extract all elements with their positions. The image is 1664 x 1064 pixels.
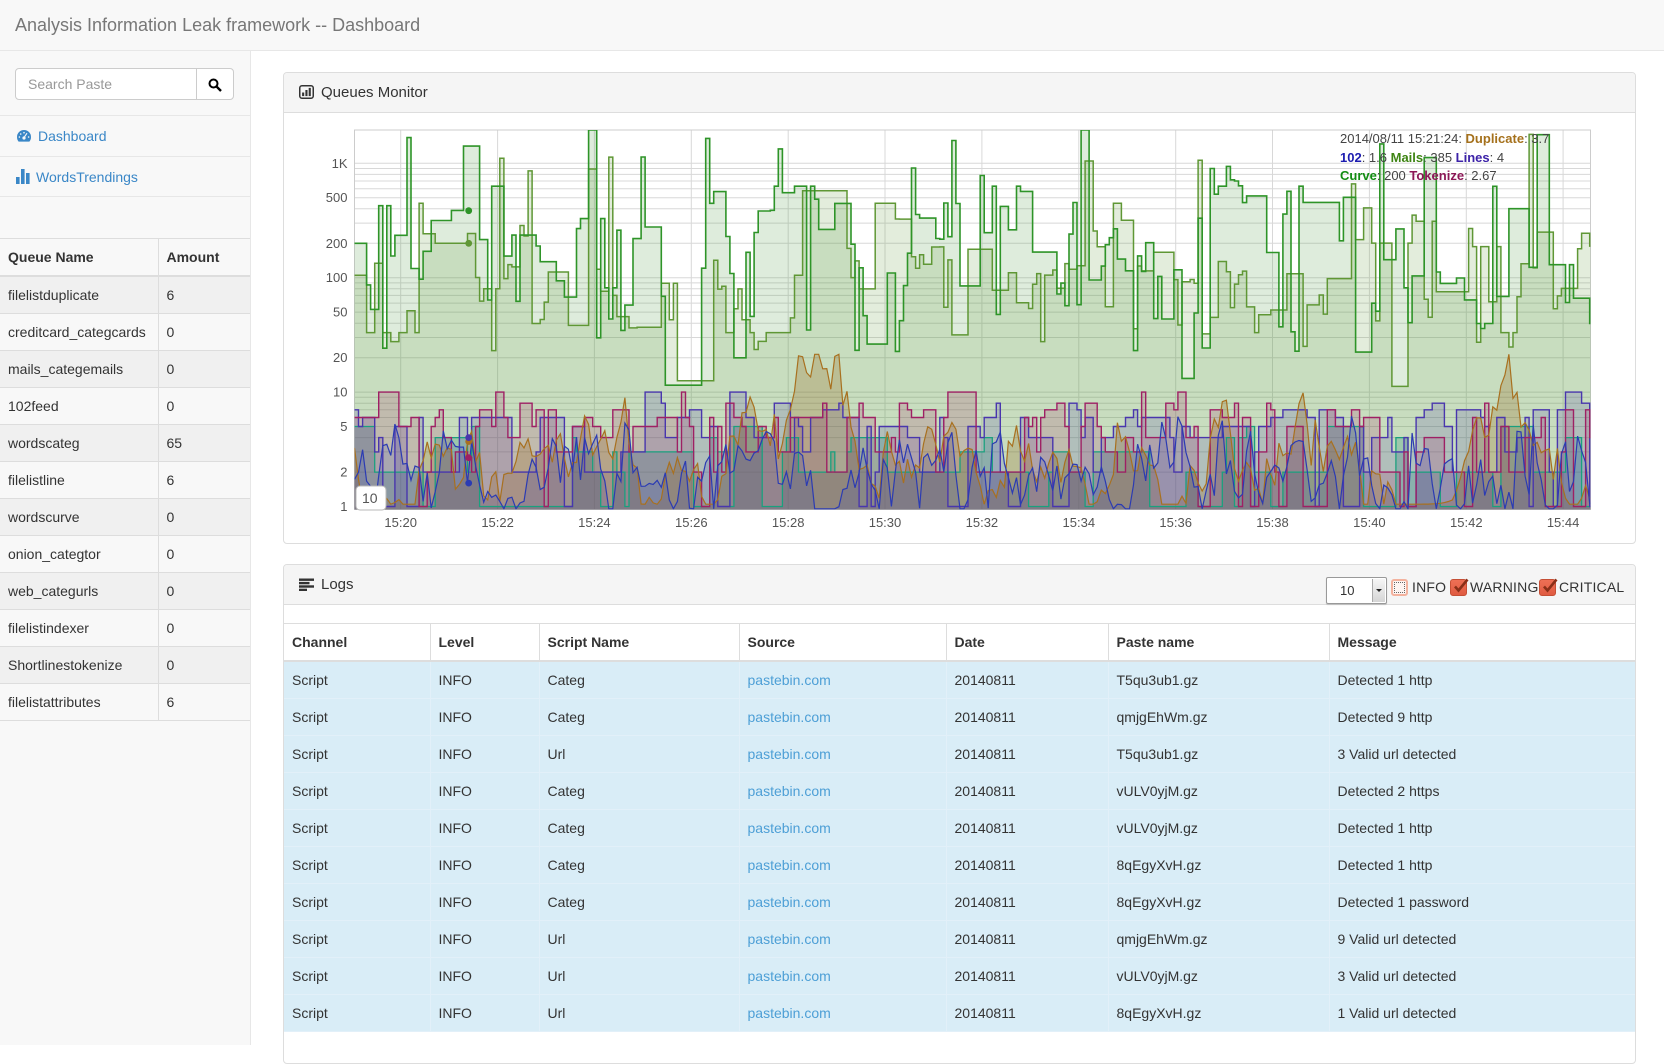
svg-text:10: 10	[362, 490, 378, 506]
svg-text:500: 500	[326, 190, 348, 205]
svg-text:1K: 1K	[332, 156, 348, 171]
svg-text:15:24: 15:24	[578, 515, 611, 530]
svg-text:15:32: 15:32	[966, 515, 999, 530]
svg-text:100: 100	[326, 270, 348, 285]
svg-text:10: 10	[333, 385, 347, 400]
svg-text:50: 50	[333, 305, 347, 320]
svg-text:15:36: 15:36	[1159, 515, 1192, 530]
svg-text:15:40: 15:40	[1353, 515, 1386, 530]
svg-text:15:42: 15:42	[1450, 515, 1483, 530]
svg-text:20: 20	[333, 350, 347, 365]
svg-text:15:28: 15:28	[772, 515, 805, 530]
svg-text:200: 200	[326, 236, 348, 251]
svg-text:15:38: 15:38	[1256, 515, 1289, 530]
svg-text:15:20: 15:20	[384, 515, 417, 530]
svg-text:15:34: 15:34	[1063, 515, 1096, 530]
svg-text:15:26: 15:26	[675, 515, 708, 530]
svg-text:2: 2	[340, 465, 347, 480]
svg-text:15:30: 15:30	[869, 515, 902, 530]
svg-text:5: 5	[340, 419, 347, 434]
svg-text:15:44: 15:44	[1547, 515, 1580, 530]
svg-text:15:22: 15:22	[481, 515, 514, 530]
svg-text:1: 1	[340, 499, 347, 514]
